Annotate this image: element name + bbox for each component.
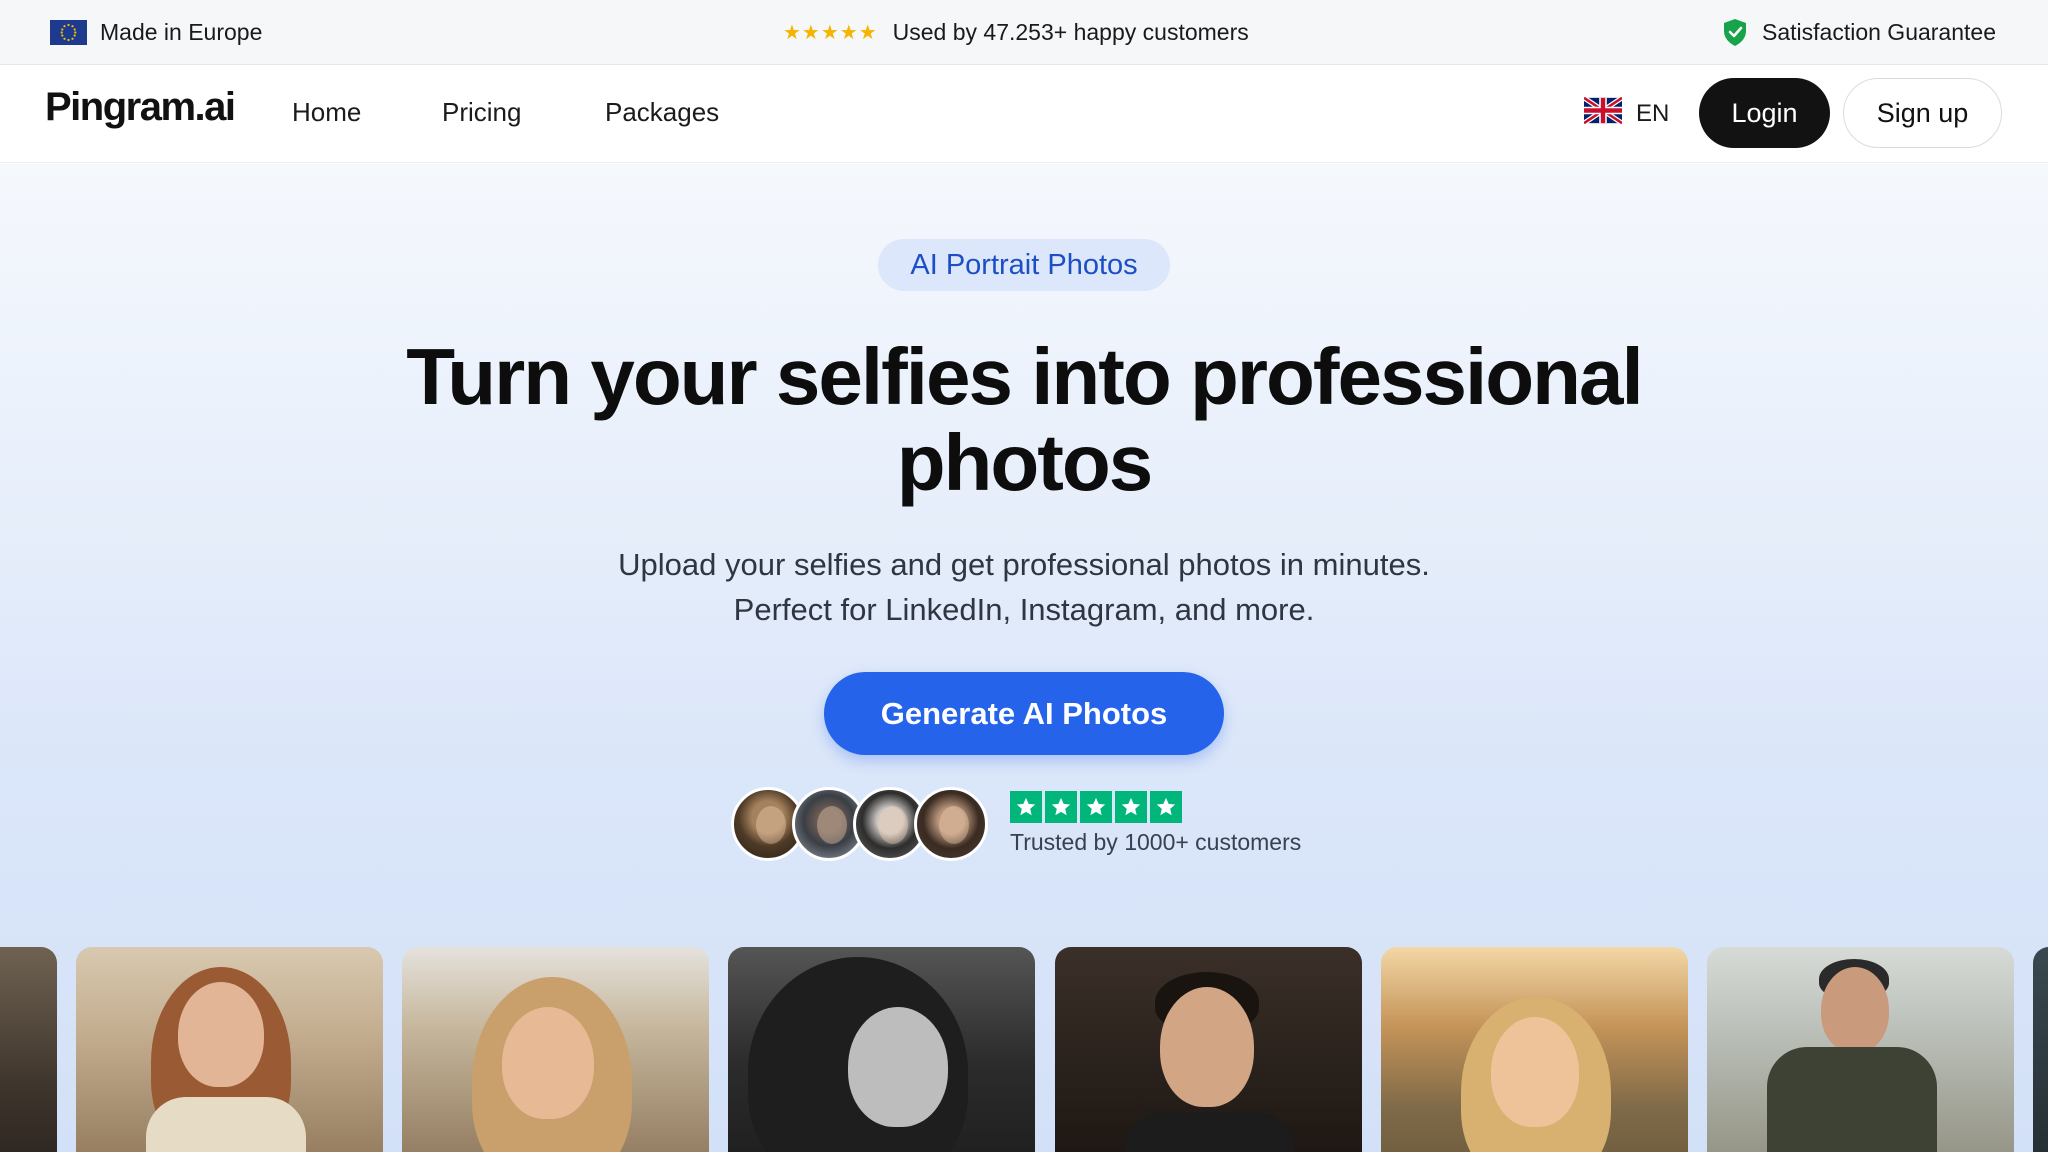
nav-link-pricing[interactable]: Pricing <box>442 97 521 128</box>
sample-photo <box>1707 947 2014 1152</box>
sample-photo <box>2033 947 2048 1152</box>
star-icon <box>1010 791 1042 823</box>
trust-text: Trusted by 1000+ customers <box>1010 829 1302 855</box>
hero-section: AI Portrait Photos Turn your selfies int… <box>0 164 2048 1152</box>
sample-photo <box>1055 947 1362 1152</box>
headline-line-2: photos <box>896 418 1154 507</box>
headline-line-1: Turn your selfies into professional <box>406 332 1643 421</box>
subline-line-1: Upload your selfies and get professional… <box>618 547 1430 582</box>
star-icon: ★★★★★ <box>783 21 878 44</box>
star-icon <box>1045 791 1077 823</box>
hero-subline: Upload your selfies and get professional… <box>324 542 1724 632</box>
made-in-europe: Made in Europe <box>50 0 262 64</box>
satisfaction-guarantee-text: Satisfaction Guarantee <box>1762 18 1996 45</box>
login-button[interactable]: Login <box>1699 78 1830 148</box>
sample-photo <box>728 947 1035 1152</box>
star-icon <box>1115 791 1147 823</box>
customer-count: ★★★★★ Used by 47.253+ happy customers <box>783 0 1249 64</box>
hero-badge: AI Portrait Photos <box>878 239 1170 291</box>
uk-flag-icon <box>1582 95 1624 131</box>
shield-check-icon <box>1722 18 1748 47</box>
satisfaction-guarantee: Satisfaction Guarantee <box>1722 0 1996 64</box>
customer-avatars <box>731 787 991 863</box>
language-code: EN <box>1636 100 1670 127</box>
customer-count-text: Used by 47.253+ happy customers <box>892 18 1249 45</box>
star-icon <box>1150 791 1182 823</box>
language-selector[interactable]: EN <box>1582 95 1670 131</box>
eu-flag-icon <box>50 19 87 45</box>
sample-photo <box>1381 947 1688 1152</box>
logo[interactable]: Pingram.ai <box>45 85 236 130</box>
announcement-bar: Made in Europe ★★★★★ Used by 47.253+ hap… <box>0 0 2048 65</box>
hero-headline: Turn your selfies into professional phot… <box>224 334 1824 506</box>
star-icon <box>1080 791 1112 823</box>
nav-link-home[interactable]: Home <box>292 97 361 128</box>
sample-photo <box>0 947 57 1152</box>
subline-line-2: Perfect for LinkedIn, Instagram, and mor… <box>733 592 1315 627</box>
signup-button[interactable]: Sign up <box>1843 78 2002 148</box>
sample-photo <box>402 947 709 1152</box>
generate-photos-button[interactable]: Generate AI Photos <box>824 672 1224 755</box>
made-in-europe-text: Made in Europe <box>100 18 263 45</box>
trust-rating <box>1010 791 1182 823</box>
main-nav: Pingram.ai Home Pricing Packages EN Logi… <box>0 65 2048 163</box>
avatar <box>914 787 988 861</box>
sample-photo <box>76 947 383 1152</box>
nav-link-packages[interactable]: Packages <box>605 97 719 128</box>
